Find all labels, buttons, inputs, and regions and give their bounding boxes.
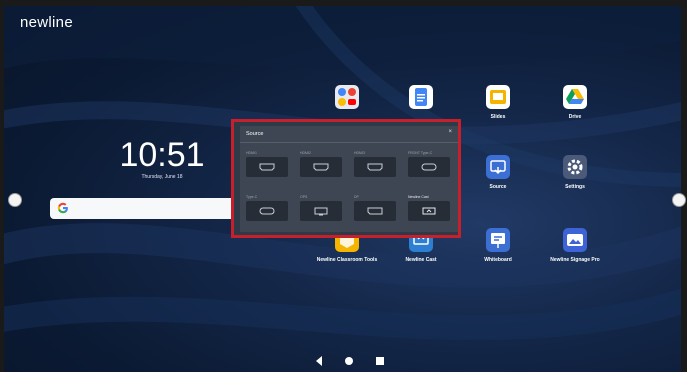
source-tile[interactable] (300, 157, 342, 177)
clock-time: 10:51 (119, 136, 205, 174)
source-option-front-type-c[interactable]: FRONT Type-C (408, 151, 450, 177)
app-settings[interactable]: Settings (535, 155, 615, 190)
dialog-divider (240, 142, 458, 143)
app-source[interactable]: Source (458, 155, 538, 190)
app-label: Newline Cast (405, 257, 437, 263)
source-dialog-highlight: Source × HDMI1 HDMI2 HDMI3 FRONT Type-C … (231, 119, 461, 238)
usb-c-port-icon (259, 207, 275, 215)
newline-logo: newline (20, 14, 73, 31)
desktop-screen: newline 10:51 Thursday, June 18 Slides D… (0, 0, 687, 372)
source-tile[interactable] (408, 201, 450, 221)
screen-bezel-left (0, 0, 4, 372)
hdmi-port-icon (259, 163, 275, 171)
app-slides[interactable]: Slides (458, 85, 538, 120)
app-drive[interactable]: Drive (535, 85, 615, 120)
displayport-icon (367, 207, 383, 215)
cast-screen-icon (422, 207, 436, 215)
google-apps-folder-icon (335, 85, 359, 109)
app-label: Source (489, 184, 507, 190)
settings-icon (563, 155, 587, 179)
screen-bezel-right (681, 0, 687, 372)
slides-icon (486, 85, 510, 109)
recents-icon[interactable] (374, 355, 386, 367)
source-option-hdmi3[interactable]: HDMI3 (354, 151, 396, 177)
source-option-type-c[interactable]: Type-C (246, 195, 288, 221)
source-option-hdmi2[interactable]: HDMI2 (300, 151, 342, 177)
signage-icon (563, 228, 587, 252)
source-tile[interactable] (354, 157, 396, 177)
app-label: Drive (568, 114, 582, 120)
back-icon[interactable] (314, 355, 324, 367)
google-icon (57, 202, 68, 214)
navigation-bar (300, 355, 400, 369)
usb-c-port-icon (421, 163, 437, 171)
app-docs[interactable] (381, 85, 461, 114)
home-icon[interactable] (343, 355, 355, 367)
source-tile[interactable] (354, 201, 396, 221)
app-label: Settings (565, 184, 585, 190)
source-dialog: Source × HDMI1 HDMI2 HDMI3 FRONT Type-C … (240, 126, 458, 232)
app-label: Newline Classroom Tools (316, 257, 378, 263)
source-tile[interactable] (300, 201, 342, 221)
right-side-handle[interactable] (672, 193, 686, 207)
hdmi-port-icon (367, 163, 383, 171)
left-side-handle[interactable] (8, 193, 22, 207)
ops-icon (314, 207, 328, 216)
app-signage-pro[interactable]: Newline Signage Pro (535, 228, 615, 263)
source-option-ops[interactable]: OPS (300, 195, 342, 221)
docs-icon (409, 85, 433, 109)
app-label: Slides (490, 114, 506, 120)
screen-bezel-top (0, 0, 687, 6)
hdmi-port-icon (313, 163, 329, 171)
source-option-dp[interactable]: DP (354, 195, 396, 221)
app-whiteboard[interactable]: Whiteboard (458, 228, 538, 263)
whiteboard-icon (486, 228, 510, 252)
source-dialog-title: Source (246, 131, 264, 137)
source-tile[interactable] (246, 201, 288, 221)
app-label: Newline Signage Pro (550, 257, 600, 263)
clock-date: Thursday, June 18 (141, 174, 183, 180)
source-option-hdmi1[interactable]: HDMI1 (246, 151, 288, 177)
drive-icon (563, 85, 587, 109)
source-option-newline-cast[interactable]: Newline Cast (408, 195, 450, 221)
close-icon[interactable]: × (448, 129, 452, 135)
app-label: Whiteboard (484, 257, 512, 263)
app-google-folder[interactable] (307, 85, 387, 114)
source-icon (486, 155, 510, 179)
source-tile[interactable] (246, 157, 288, 177)
source-tile[interactable] (408, 157, 450, 177)
